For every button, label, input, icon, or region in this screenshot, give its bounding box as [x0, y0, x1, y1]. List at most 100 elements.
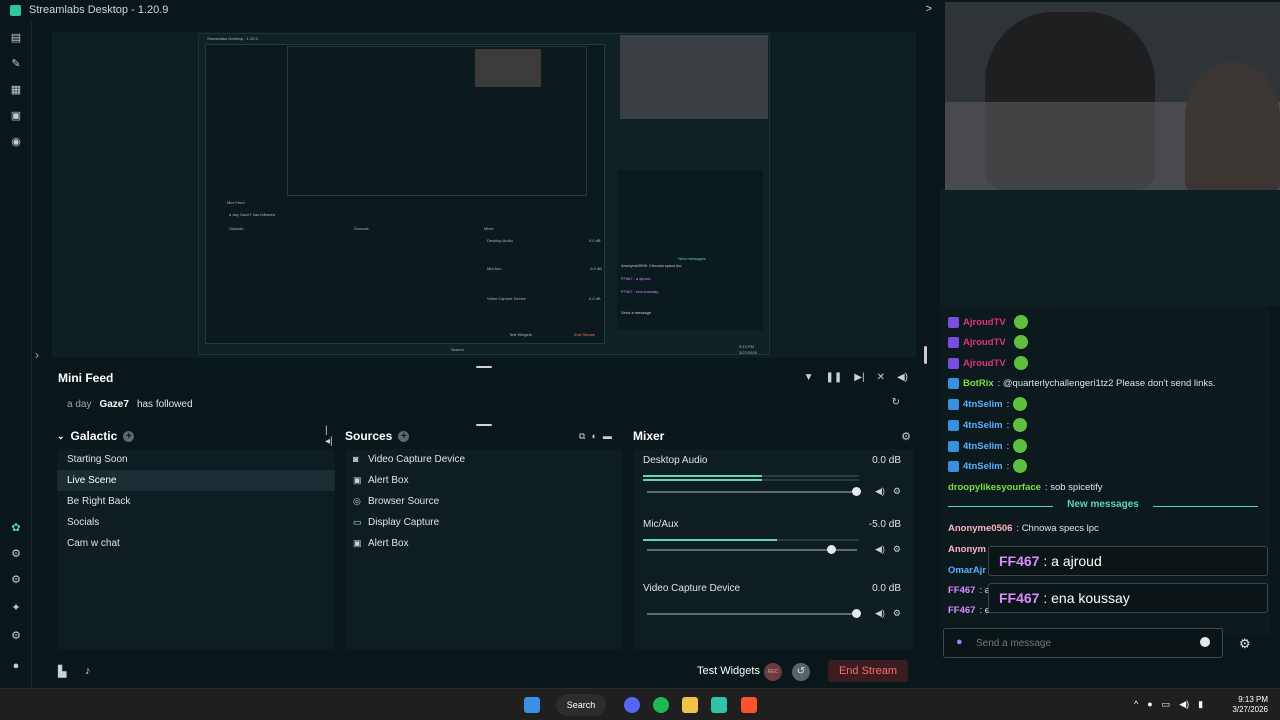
stats-icon[interactable]: ▙ [58, 665, 66, 678]
scene-item[interactable]: Socials [57, 512, 335, 533]
chat-username[interactable]: Anonyme0506 [948, 523, 1012, 534]
scene-collection-title[interactable]: Galactic [71, 429, 118, 443]
spotify-icon[interactable] [653, 697, 669, 713]
chat-message: FF467: a [948, 580, 990, 600]
gear-icon[interactable]: ⚙ [893, 486, 901, 497]
chevron-right-icon[interactable]: > [926, 3, 932, 15]
scenes-dock: ⌄ Galactic + |◂| Starting Soon Live Scen… [57, 425, 335, 649]
notification-icon[interactable]: ♪ [85, 665, 91, 677]
test-widgets-button[interactable]: Test Widgets [697, 665, 760, 677]
window-title: Streamlabs Desktop - 1.20.9 [29, 4, 169, 16]
volume-tray-icon[interactable]: ◀) [1179, 699, 1189, 710]
volume-knob[interactable] [852, 609, 861, 618]
skip-icon[interactable]: ▶| [854, 372, 864, 383]
badge-icon [948, 357, 959, 369]
source-item[interactable]: ◙ Video Capture Device [345, 449, 623, 470]
drag-handle[interactable] [476, 424, 492, 426]
emoji-icon[interactable] [1200, 637, 1210, 647]
mic-icon[interactable]: ● [956, 636, 963, 648]
network-icon[interactable]: ▭ [1162, 699, 1171, 710]
brave-icon[interactable] [741, 697, 757, 713]
battery-icon[interactable]: ▮ [1198, 699, 1203, 710]
streamlabs-taskbar-icon[interactable] [711, 697, 727, 713]
chat-username[interactable]: AjroudTV [963, 358, 1006, 369]
group-icon[interactable]: ⧉ [579, 431, 585, 442]
chat-username[interactable]: FF467 [948, 605, 975, 616]
volume-icon[interactable]: ◀) [875, 608, 885, 619]
add-scene-button[interactable]: + [123, 430, 135, 442]
discord-icon[interactable] [624, 697, 640, 713]
live-icon[interactable]: ◉ [10, 136, 22, 148]
chat-input-box[interactable]: ● [943, 628, 1223, 658]
volume-icon[interactable]: ◀) [875, 544, 885, 555]
editor-icon[interactable]: ▤ [10, 32, 22, 44]
volume-slider[interactable] [647, 545, 857, 554]
chat-username[interactable]: 4tnSelim [963, 441, 1003, 452]
refresh-icon[interactable]: ↻ [892, 397, 900, 408]
chat-username[interactable]: BotRix [963, 378, 994, 389]
volume-icon[interactable]: ◀) [897, 372, 908, 383]
pause-icon[interactable]: ❚❚ [826, 372, 843, 383]
chat-username[interactable]: Anonym [948, 544, 986, 555]
source-item[interactable]: ▣ Alert Box [345, 470, 623, 491]
chat-message-input[interactable] [976, 635, 1196, 651]
badge-icon [948, 336, 959, 348]
chat-text: : [1006, 419, 1010, 431]
chat-username[interactable]: OmarAjr [948, 565, 986, 576]
folder-icon[interactable]: ▬ [603, 431, 612, 442]
volume-slider[interactable] [647, 609, 861, 618]
chat-username[interactable]: AjroudTV [963, 337, 1006, 348]
chat-message: 4tnSelim: [948, 394, 1028, 414]
clock[interactable]: 9:13 PM 3/27/2026 [1232, 695, 1268, 715]
end-stream-button[interactable]: End Stream [828, 660, 908, 682]
taskbar-search[interactable]: Search [556, 694, 606, 716]
volume-icon[interactable]: ◀) [875, 486, 885, 497]
dashboard-icon[interactable]: ▣ [10, 110, 22, 122]
chevron-down-icon[interactable]: ⌄ [57, 431, 65, 442]
source-item[interactable]: ◎ Browser Source [345, 491, 623, 512]
toggle-icon[interactable]: ◐ [591, 431, 596, 442]
scene-item[interactable]: Cam w chat [57, 533, 335, 554]
chat-username[interactable]: 4tnSelim [963, 399, 1003, 410]
volume-slider[interactable] [647, 487, 861, 496]
preview-resize-handle[interactable] [924, 346, 927, 364]
nested-chat: New messages Anonyme0506: Chnowa specs l… [617, 170, 763, 330]
chat-username[interactable]: AjroudTV [963, 317, 1006, 328]
filter-icon[interactable]: ▼ [804, 372, 814, 383]
chat-settings-icon[interactable]: ⚙ [1239, 636, 1251, 652]
volume-knob[interactable] [852, 487, 861, 496]
chat-username[interactable]: 4tnSelim [963, 461, 1003, 472]
chat-username[interactable]: 4tnSelim [963, 420, 1003, 431]
scene-item[interactable]: Starting Soon [57, 449, 335, 470]
highlighter-icon[interactable]: ✿ [10, 522, 22, 534]
chevron-up-icon[interactable]: ^ [1134, 699, 1138, 710]
add-source-button[interactable]: + [398, 430, 410, 442]
themes-icon[interactable]: ✎ [10, 58, 22, 70]
app-store-icon[interactable]: ⚙ [10, 548, 22, 560]
link-icon[interactable]: ⚙ [10, 574, 22, 586]
mute-alerts-icon[interactable]: ✕ [877, 372, 885, 383]
scene-item[interactable]: Be Right Back [57, 491, 335, 512]
transition-icon[interactable]: |◂| [325, 425, 335, 447]
gear-icon[interactable]: ⚙ [901, 430, 911, 443]
chat-username[interactable]: droopylikesyourface [948, 482, 1041, 493]
settings-icon[interactable]: ⚙ [10, 630, 22, 642]
camera-icon: ◙ [353, 454, 359, 464]
source-item[interactable]: ▭ Display Capture [345, 512, 623, 533]
expand-left-icon[interactable]: › [35, 348, 39, 362]
file-explorer-icon[interactable] [682, 697, 698, 713]
profile-icon[interactable]: ● [10, 660, 22, 672]
windows-start-icon[interactable] [524, 697, 540, 713]
feed-user[interactable]: Gaze7 [99, 399, 128, 410]
store-icon[interactable]: ▦ [10, 84, 22, 96]
mic-tray-icon[interactable]: ● [1147, 699, 1152, 710]
chat-username[interactable]: FF467 [948, 585, 975, 596]
source-item[interactable]: ▣ Alert Box [345, 533, 623, 554]
record-button[interactable]: REC [764, 663, 782, 681]
scene-item-active[interactable]: Live Scene [57, 470, 335, 491]
replay-buffer-button[interactable]: ↺ [792, 663, 810, 681]
volume-knob[interactable] [826, 545, 836, 554]
gear-icon[interactable]: ⚙ [893, 608, 901, 619]
sparkle-icon[interactable]: ✦ [10, 602, 22, 614]
gear-icon[interactable]: ⚙ [893, 544, 901, 555]
